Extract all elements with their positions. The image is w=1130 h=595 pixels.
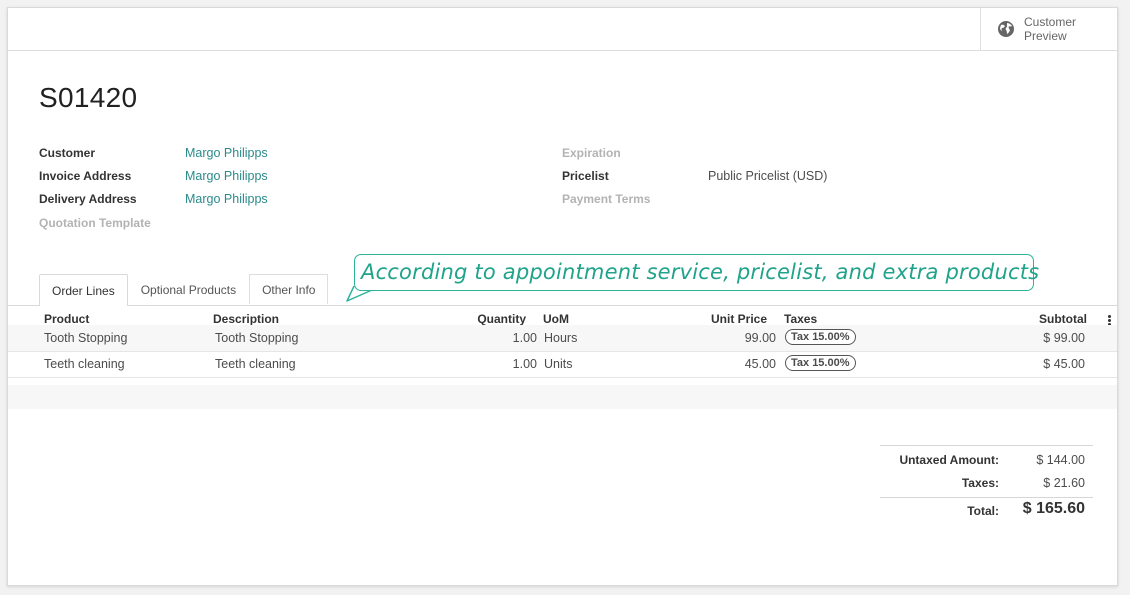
delivery-address-label: Delivery Address [39, 192, 137, 206]
column-uom[interactable]: UoM [543, 312, 569, 326]
invoice-address-label: Invoice Address [39, 169, 132, 183]
customer-label: Customer [39, 146, 96, 160]
row-quantity: 1.00 [512, 357, 537, 371]
row-description: Tooth Stopping [215, 331, 299, 345]
column-subtotal[interactable]: Subtotal [998, 312, 1087, 326]
row-unit-price: 99.00 [744, 331, 776, 345]
payment-terms-label: Payment Terms [562, 192, 651, 206]
smart-button-line1: Customer [1024, 15, 1077, 29]
row-product: Tooth Stopping [44, 331, 128, 345]
annotation-callout: According to appointment service, pricel… [354, 254, 1039, 291]
customer-preview-button[interactable]: Customer Preview [980, 8, 1117, 50]
row-unit-price: 45.00 [744, 357, 776, 371]
delivery-address-field[interactable]: Margo Philipps [185, 192, 268, 206]
row-uom: Hours [544, 331, 578, 345]
pricelist-label: Pricelist [562, 169, 609, 183]
record-title: S01420 [39, 82, 138, 113]
total-value: $ 165.60 [1022, 500, 1085, 517]
total-label: Total: [967, 504, 999, 518]
pricelist-field[interactable]: Public Pricelist (USD) [708, 169, 827, 183]
payment-terms-field[interactable] [708, 192, 868, 208]
column-quantity[interactable]: Quantity [448, 312, 526, 326]
globe-icon [998, 21, 1014, 37]
tab-optional-products[interactable]: Optional Products [128, 274, 249, 304]
expiration-field[interactable] [708, 146, 868, 162]
row-subtotal: $ 99.00 [1043, 331, 1085, 345]
column-unit-price[interactable]: Unit Price [668, 312, 767, 326]
row-subtotal: $ 45.00 [1043, 357, 1085, 371]
quotation-template-field[interactable] [185, 216, 345, 232]
tax-badge: Tax 15.00% [785, 355, 856, 371]
invoice-address-field[interactable]: Margo Philipps [185, 169, 268, 183]
totals-mid-rule [880, 497, 1093, 498]
customer-preview-label: Customer Preview [1024, 15, 1076, 43]
row-description: Teeth cleaning [215, 357, 296, 371]
untaxed-amount-value: $ 144.00 [1036, 453, 1085, 467]
column-taxes[interactable]: Taxes [784, 312, 817, 326]
tab-order-lines[interactable]: Order Lines [39, 274, 128, 306]
customer-field[interactable]: Margo Philipps [185, 146, 268, 160]
column-description[interactable]: Description [213, 312, 279, 326]
taxes-label: Taxes: [961, 476, 999, 490]
notebook-tabs: Order Lines Optional Products Other Info [39, 274, 329, 306]
row-uom: Units [544, 357, 573, 371]
form-sheet: Customer Preview S01420 Customer Margo P… [7, 7, 1118, 586]
table-row[interactable]: Teeth cleaning Teeth cleaning 1.00 Units… [8, 351, 1117, 378]
empty-table-row [8, 385, 1117, 409]
smart-button-line2: Preview [1024, 29, 1067, 43]
quotation-template-label: Quotation Template [39, 216, 151, 230]
column-product[interactable]: Product [44, 312, 89, 326]
table-row[interactable]: Tooth Stopping Tooth Stopping 1.00 Hours… [8, 325, 1117, 352]
button-box: Customer Preview [8, 8, 1117, 51]
tab-other-info[interactable]: Other Info [249, 274, 329, 304]
tax-badge: Tax 15.00% [785, 329, 856, 345]
totals-top-rule [880, 445, 1093, 446]
expiration-label: Expiration [562, 146, 621, 160]
row-quantity: 1.00 [512, 331, 537, 345]
row-product: Teeth cleaning [44, 357, 125, 371]
untaxed-amount-label: Untaxed Amount: [899, 453, 999, 467]
taxes-value: $ 21.60 [1043, 476, 1085, 490]
